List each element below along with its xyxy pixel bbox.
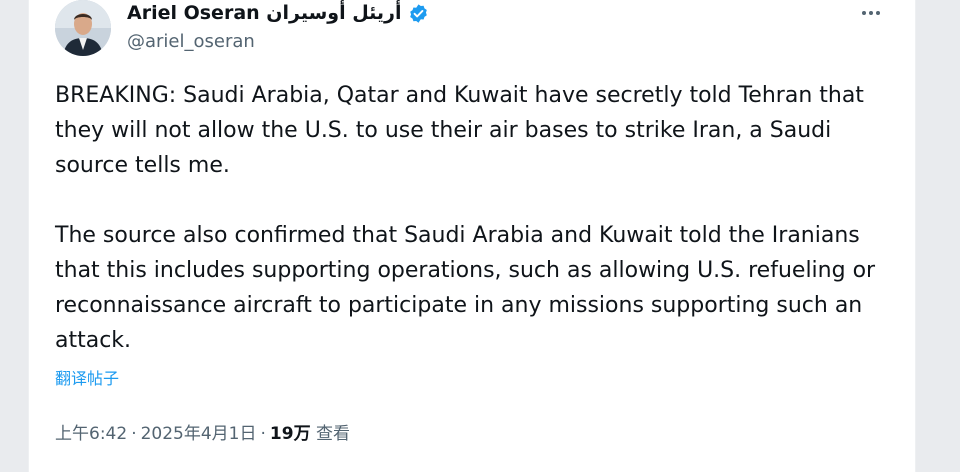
post-date[interactable]: 2025年4月1日 [141, 424, 257, 444]
more-dot [876, 11, 880, 15]
views-count: 19万 [269, 424, 311, 444]
post-time[interactable]: 上午6:42 [55, 424, 127, 444]
author-display-name[interactable]: Ariel Oseran أريئل أوسيران [127, 2, 402, 24]
verified-badge-icon [408, 3, 429, 24]
avatar-image [55, 0, 111, 56]
author-handle[interactable]: @ariel_oseran [127, 31, 255, 52]
meta-separator: · [131, 424, 137, 444]
tweet-paragraph: The source also confirmed that Saudi Ara… [55, 223, 876, 353]
translate-post-link[interactable]: 翻译帖子 [55, 365, 119, 389]
tweet-meta: 上午6:42 · 2025年4月1日 · 19万 查看 [55, 419, 350, 444]
author-name-row[interactable]: Ariel Oseran أريئل أوسيران [127, 0, 429, 26]
meta-separator: · [260, 424, 266, 444]
avatar[interactable] [55, 0, 111, 56]
more-dot [862, 11, 866, 15]
more-dot [869, 11, 873, 15]
tweet-card: Ariel Oseran أريئل أوسيران @ariel_oseran… [28, 0, 916, 472]
views-label: 查看 [315, 424, 350, 444]
more-horizontal-icon[interactable] [855, 4, 887, 22]
tweet-body: BREAKING: Saudi Arabia, Qatar and Kuwait… [55, 78, 890, 358]
tweet-paragraph: BREAKING: Saudi Arabia, Qatar and Kuwait… [55, 83, 864, 178]
